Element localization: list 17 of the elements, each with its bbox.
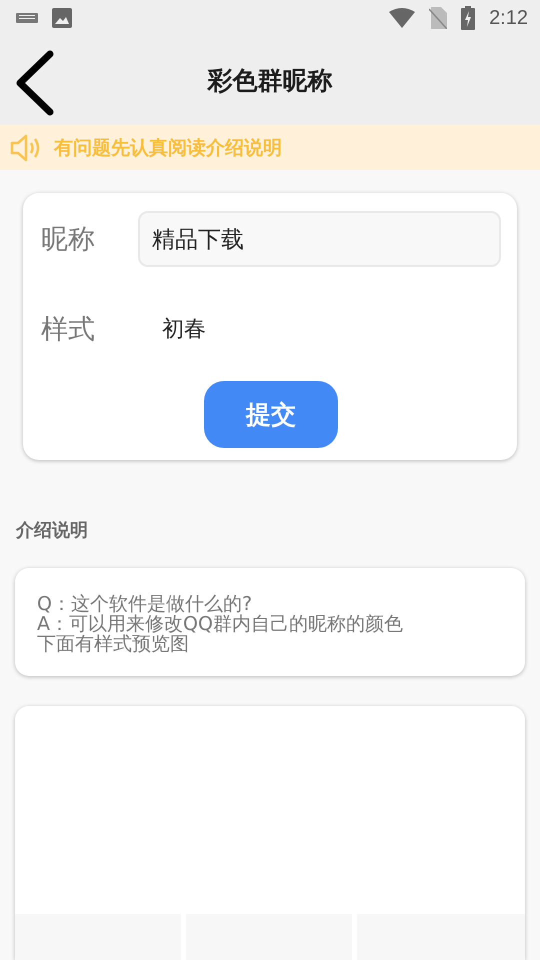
- keyboard-icon: [16, 12, 38, 24]
- nickname-label: 昵称: [41, 223, 96, 257]
- battery-icon: [461, 6, 476, 30]
- no-sim-icon: [429, 7, 448, 29]
- intro-line: A：可以用来修改QQ群内自己的昵称的颜色: [37, 614, 404, 634]
- image-icon: [52, 8, 72, 28]
- section-heading: 介绍说明: [16, 519, 89, 542]
- nickname-input[interactable]: 精品下载: [138, 211, 501, 267]
- status-time: 2:12: [489, 6, 528, 30]
- notice-text: 有问题先认真阅读介绍说明: [54, 136, 282, 160]
- intro-line: Q：这个软件是做什么的?: [37, 594, 254, 614]
- wifi-icon: [389, 8, 416, 28]
- intro-line: 下面有样式预览图: [37, 634, 190, 654]
- back-icon[interactable]: [14, 50, 56, 116]
- style-label: 样式: [41, 313, 96, 347]
- style-value[interactable]: 初春: [138, 314, 206, 344]
- page-title: 彩色群昵称: [206, 65, 334, 97]
